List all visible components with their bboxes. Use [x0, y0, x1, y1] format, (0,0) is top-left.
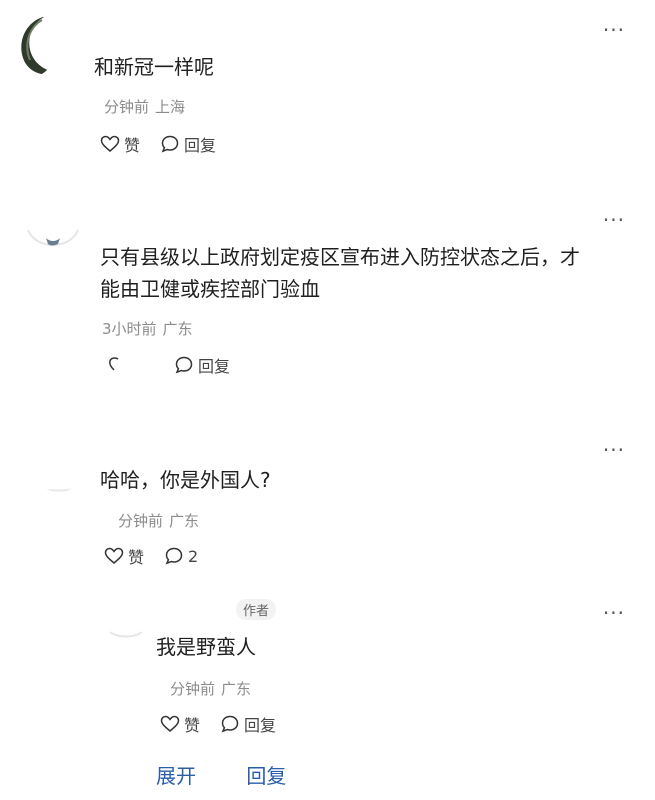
like-label: 赞	[124, 136, 141, 155]
author-badge: 作者	[236, 599, 277, 620]
avatar[interactable]	[12, 14, 56, 76]
reply-button[interactable]: 回复	[174, 353, 230, 377]
comment-text: 和新冠一样呢	[94, 55, 214, 79]
more-options-button[interactable]: ···	[603, 603, 625, 623]
comment-location: 广东	[162, 320, 193, 338]
comment-text: 我是野蛮人	[156, 635, 256, 659]
expand-replies-link[interactable]: 展开	[156, 764, 196, 788]
like-button[interactable]: 赞	[160, 712, 200, 736]
reply-count-button[interactable]: 2	[164, 546, 198, 566]
comment-meta: 分钟前 广东	[170, 678, 251, 699]
heart-icon	[100, 135, 120, 152]
comment-text-line-2: 能由卫健或疾控部门验血	[100, 277, 320, 301]
comment-bubble-icon	[221, 715, 239, 733]
more-options-button[interactable]: ···	[603, 210, 625, 230]
comment-actions: 赞 回复	[100, 132, 216, 156]
avatar-image	[109, 631, 143, 638]
comment-actions: 回复	[104, 353, 230, 377]
comment-actions: 赞 回复	[160, 712, 276, 736]
crescent-moon-icon	[21, 16, 56, 75]
footer-reply-link[interactable]: 回复	[246, 764, 286, 788]
like-label: 赞	[128, 548, 145, 567]
reply-count: 2	[188, 546, 199, 566]
like-label: 赞	[184, 716, 201, 735]
comment-text-line-1: 只有县级以上政府划定疫区宣布进入防控状态之后，才	[100, 245, 580, 269]
comment-3: ··· 哈哈，你是外国人? 分钟前 广东 赞 2	[0, 420, 655, 590]
comment-meta: 分钟前 广东	[118, 510, 199, 531]
comment-4-author-reply: 作者 ··· 我是野蛮人 分钟前 广东 赞 回复 展开 回复	[0, 590, 655, 800]
avatar[interactable]	[34, 442, 84, 492]
reply-button[interactable]: 回复	[160, 132, 216, 156]
expand-row: 展开 回复	[156, 760, 286, 789]
reply-label: 回复	[244, 716, 277, 735]
heart-icon	[160, 715, 180, 732]
comment-meta: 分钟前 上海	[104, 96, 185, 117]
comment-text: 哈哈，你是外国人?	[100, 468, 271, 492]
comment-bubble-icon	[165, 547, 183, 565]
comment-2: ··· 只有县级以上政府划定疫区宣布进入防控状态之后，才 能由卫健或疾控部门验血…	[0, 190, 655, 420]
comment-meta: 3小时前 广东	[102, 318, 193, 339]
comment-1: ··· 和新冠一样呢 分钟前 上海 赞 回复	[0, 0, 655, 190]
reply-label: 回复	[184, 136, 217, 155]
avatar[interactable]	[26, 216, 80, 256]
comment-bubble-icon	[161, 135, 179, 153]
more-options-button[interactable]: ···	[603, 20, 625, 40]
avatar-image	[27, 229, 79, 246]
comment-location: 上海	[155, 98, 186, 116]
comment-location: 广东	[221, 680, 252, 698]
like-button[interactable]: 赞	[100, 132, 140, 156]
comment-time: 分钟前	[104, 98, 150, 116]
comment-time: 分钟前	[170, 680, 216, 698]
avatar[interactable]	[108, 614, 144, 644]
more-options-button[interactable]: ···	[603, 440, 625, 460]
avatar-image	[35, 485, 83, 492]
comment-location: 广东	[169, 512, 200, 530]
heart-icon	[104, 547, 124, 564]
comment-time: 分钟前	[118, 512, 164, 530]
comment-actions: 赞 2	[104, 544, 198, 568]
like-button[interactable]: 赞	[104, 544, 144, 568]
comment-time: 3小时前	[102, 320, 157, 338]
reply-button[interactable]: 回复	[220, 712, 276, 736]
reply-label: 回复	[198, 357, 231, 376]
like-button[interactable]	[104, 355, 128, 375]
comment-bubble-icon	[175, 356, 193, 374]
heart-icon	[109, 357, 119, 371]
